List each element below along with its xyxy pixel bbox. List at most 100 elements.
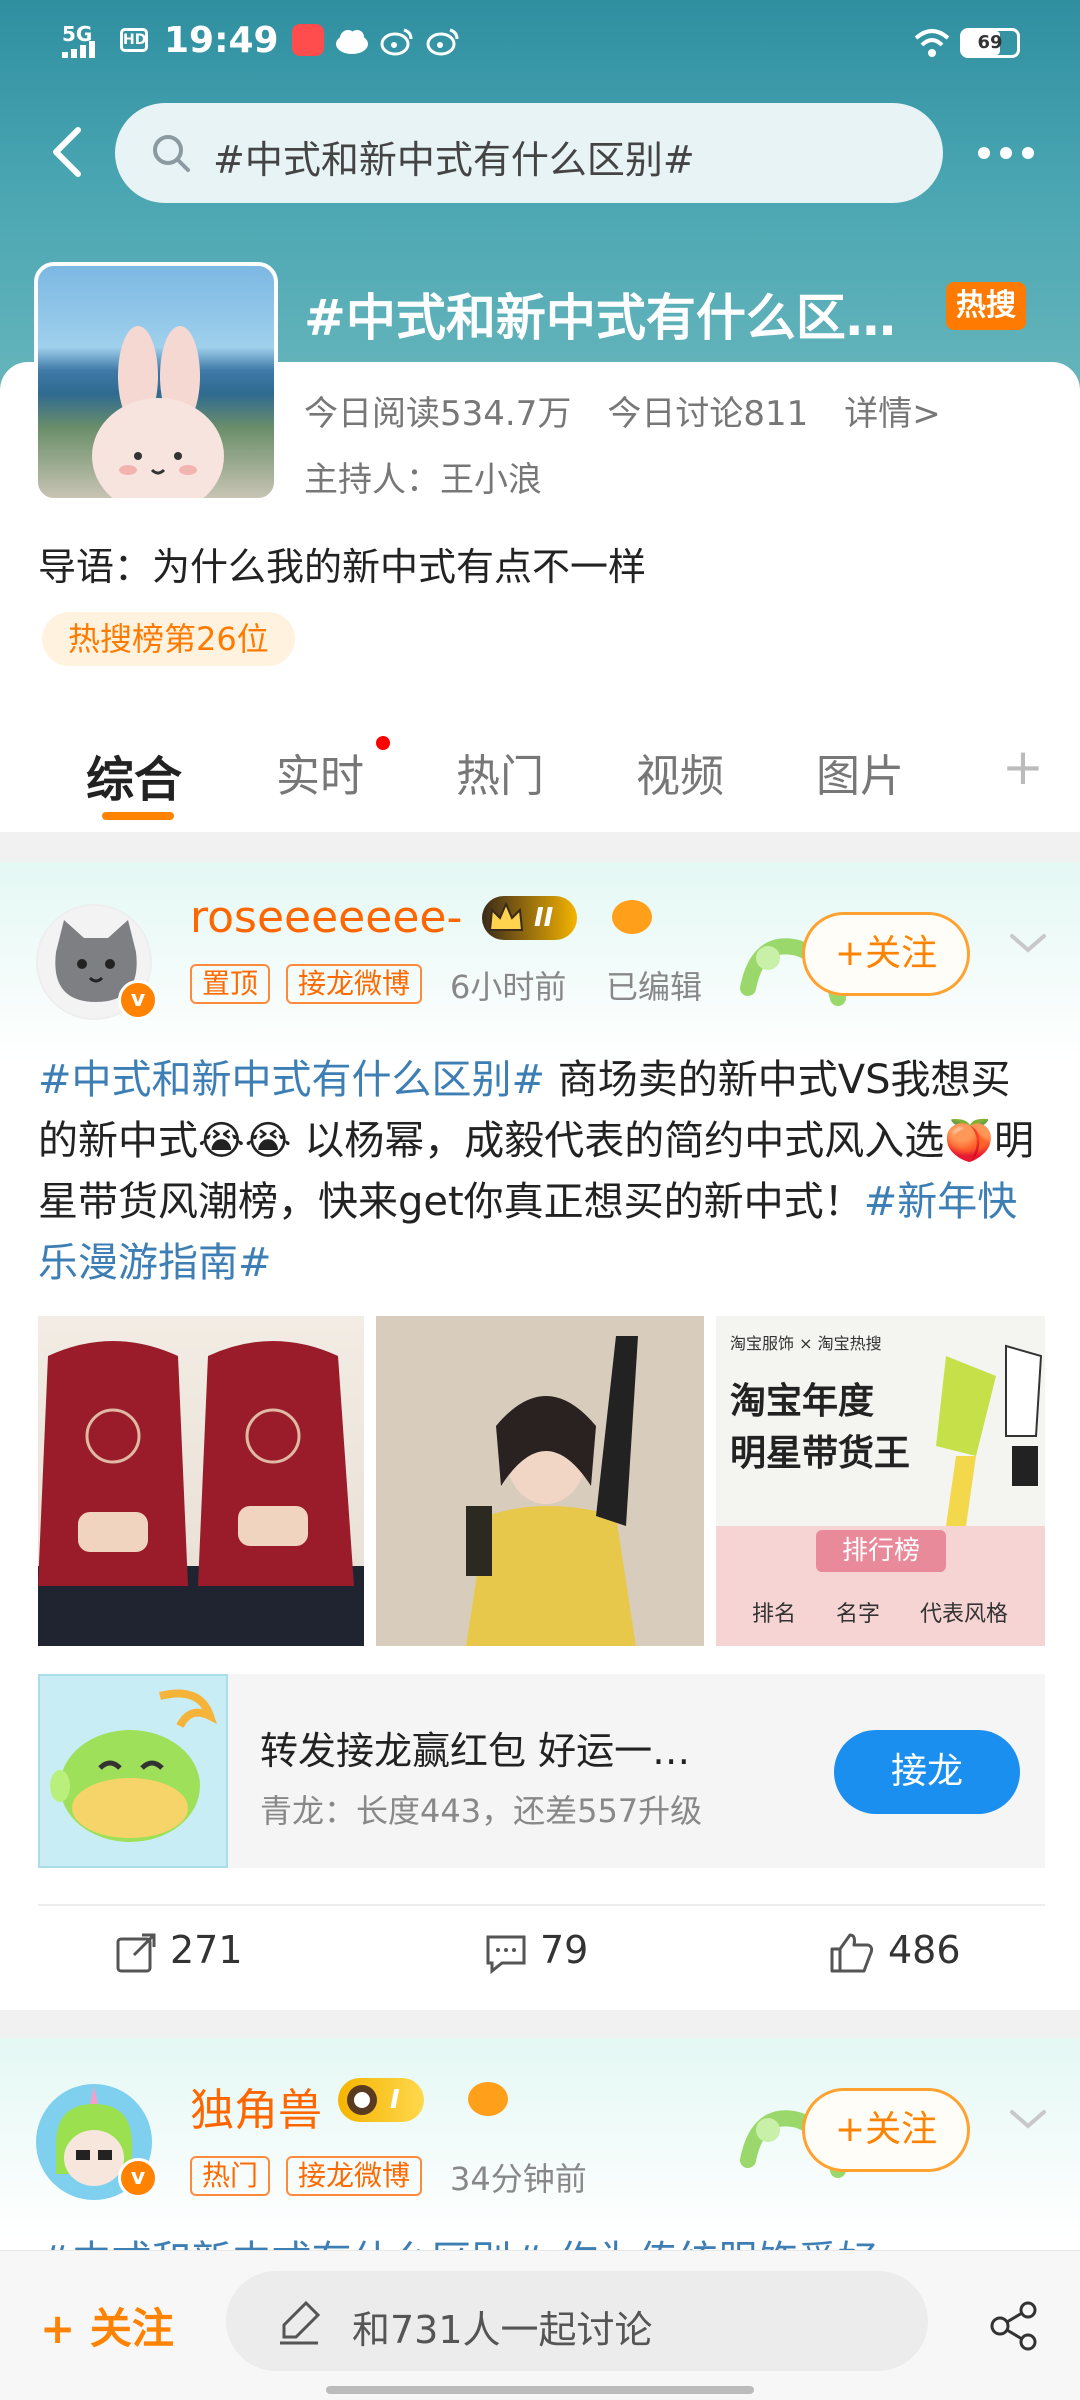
tab-realtime[interactable]: 实时: [276, 740, 364, 804]
new-content-dot: [376, 736, 390, 750]
hot-tag: 热门: [190, 2156, 271, 2196]
edit-icon: [280, 2300, 321, 2345]
edited-label: 已编辑: [606, 968, 703, 1006]
battery-level: 69: [977, 32, 1003, 53]
tab-video[interactable]: 视频: [636, 740, 724, 804]
post-image-3[interactable]: 淘宝服饰 × 淘宝热搜 淘宝年度 明星带货王 排行榜 排名 名字 代表风格: [716, 1316, 1045, 1646]
username[interactable]: roseeeeeee-: [190, 892, 462, 943]
crown-icon: [488, 901, 524, 931]
wifi-icon: [914, 29, 950, 57]
top-bar: #中式和新中式有什么区别#: [0, 100, 1080, 210]
tab-hot[interactable]: 热门: [456, 740, 544, 804]
rank-col-1: 排名: [752, 1602, 797, 1627]
tab-images[interactable]: 图片: [816, 740, 904, 804]
rank-col-2: 名字: [836, 1602, 881, 1627]
topic-stats: 今日阅读534.7万 今日讨论811 详情>: [304, 386, 977, 435]
jielong-subtitle: 青龙：长度443，还差557升级: [260, 1792, 703, 1830]
post-card: v roseeeeeee- II 置顶 接龙微博 6小时前 已编辑 +关注 #中…: [0, 862, 1080, 2010]
like-button[interactable]: 486: [828, 1928, 961, 1988]
follow-button[interactable]: +关注: [802, 912, 970, 996]
topic-avatar: [34, 262, 278, 502]
thumbs-up-icon: [830, 1933, 874, 1972]
fish-icon-2: [468, 2082, 508, 2116]
user-level-badge: II: [482, 896, 578, 940]
comment-count: 79: [540, 1928, 589, 1972]
jielong-title: 转发接龙赢红包 好运一…: [260, 1729, 691, 1773]
weibo-icon: [380, 28, 413, 56]
weibo-icon-2: [426, 28, 459, 56]
hot-search-badge: 热搜: [946, 282, 1026, 330]
add-tab-icon[interactable]: +: [1002, 738, 1044, 796]
jielong-card[interactable]: 转发接龙赢红包 好运一… 青龙：长度443，还差557升级 接龙: [38, 1674, 1045, 1868]
share-icon[interactable]: [988, 2301, 1040, 2351]
fashion-illustration-image: [936, 1344, 1043, 1526]
user-level-badge-2: I: [338, 2078, 424, 2122]
status-bar: 5G HD 19:49 69: [0, 0, 1080, 90]
topic-intro: 导语：为什么我的新中式有点不一样: [38, 545, 647, 589]
signal-bars-icon: [62, 41, 95, 58]
user-level: II: [534, 903, 554, 933]
cloud-icon: [336, 30, 368, 54]
comment-icon: [486, 1935, 526, 1974]
chevron-down-icon[interactable]: [1008, 932, 1048, 956]
home-indicator: [326, 2386, 754, 2394]
reads-count: 今日阅读534.7万: [304, 394, 572, 434]
red-jackets-image: [38, 1341, 364, 1646]
clock: 19:49: [164, 20, 279, 61]
back-arrow-icon[interactable]: [44, 122, 94, 182]
post-text: #中式和新中式有什么区别# 商场卖的新中式VS我想买的新中式😭😭 以杨幂，成毅代…: [38, 1050, 1048, 1294]
rank-col-3: 代表风格: [920, 1602, 1009, 1627]
details-link[interactable]: 详情>: [844, 394, 941, 434]
search-query: #中式和新中式有什么区别#: [213, 138, 695, 182]
follow-button-2[interactable]: +关注: [802, 2088, 970, 2172]
jielong-tag-2: 接龙微博: [286, 2156, 423, 2196]
repost-icon: [116, 1933, 156, 1972]
repost-count: 271: [170, 1928, 243, 1972]
verified-badge-icon: v: [118, 980, 158, 1020]
fish-icon: [612, 900, 652, 934]
peach-emoji: 🍑: [944, 1118, 995, 1164]
user-level-2: I: [390, 2085, 400, 2115]
image3-title-1: 淘宝年度: [730, 1381, 875, 1422]
discuss-placeholder: 和731人一起讨论: [352, 2308, 653, 2352]
jielong-image: [38, 1674, 228, 1868]
hot-rank-badge[interactable]: 热搜榜第26位: [42, 612, 295, 666]
ranking-ribbon: 排行榜: [816, 1530, 946, 1572]
post-image-1[interactable]: [38, 1316, 364, 1646]
search-icon: [153, 135, 190, 172]
bottom-bar: + 关注 和731人一起讨论: [0, 2250, 1080, 2400]
battery-indicator: 69: [960, 28, 1020, 58]
post-body-2: 以杨幂，成毅代表的简约中式风入选: [291, 1118, 945, 1164]
divider: [38, 1904, 1045, 1906]
bunny-plush-image: [92, 326, 224, 498]
tab-comprehensive[interactable]: 综合: [86, 740, 182, 810]
post-image-2[interactable]: [376, 1316, 704, 1646]
comment-button[interactable]: 79: [484, 1928, 588, 1988]
astronaut-icon: [347, 2085, 377, 2115]
post-time-2: 34分钟前: [450, 2160, 587, 2198]
like-count: 486: [888, 1928, 961, 1972]
discuss-input[interactable]: 和731人一起讨论: [226, 2271, 928, 2371]
more-options-icon[interactable]: [978, 144, 1048, 160]
cry-emoji: 😭😭: [198, 1118, 292, 1164]
hd-indicator: HD: [120, 28, 148, 52]
topic-title: #中式和新中式有什么区…: [304, 289, 896, 347]
image3-title-2: 明星带货王: [730, 1433, 911, 1474]
celebrity-photo-image: [376, 1316, 704, 1646]
app-notification-icon: [292, 24, 324, 56]
repost-button[interactable]: 271: [114, 1928, 243, 1988]
dragon-head-icon: [50, 1689, 217, 1842]
post-time: 6小时前: [450, 968, 567, 1006]
pinned-tag: 置顶: [190, 964, 271, 1004]
username-2[interactable]: 独角兽: [190, 2074, 322, 2138]
verified-badge-icon-2: v: [118, 2158, 158, 2198]
ranking-panel: 排行榜 排名 名字 代表风格: [716, 1526, 1045, 1646]
bottom-follow-button[interactable]: + 关注: [40, 2295, 174, 2356]
discussions-count: 今日讨论811: [607, 394, 809, 434]
hashtag-link[interactable]: #中式和新中式有什么区别#: [38, 1057, 545, 1103]
search-input[interactable]: #中式和新中式有什么区别#: [115, 103, 943, 203]
jielong-tag: 接龙微博: [286, 964, 423, 1004]
image3-brand: 淘宝服饰 × 淘宝热搜: [730, 1334, 882, 1353]
jielong-button[interactable]: 接龙: [834, 1730, 1020, 1814]
chevron-down-icon-2[interactable]: [1008, 2108, 1048, 2132]
